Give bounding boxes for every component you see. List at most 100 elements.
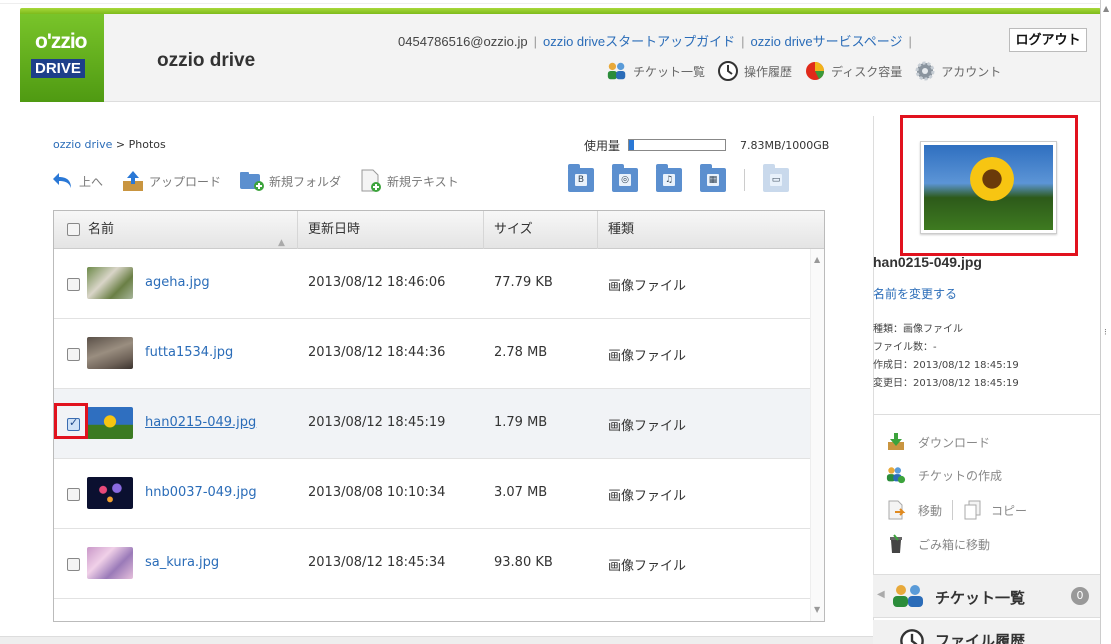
- header-links: 0454786516@ozzio.jp | ozzio driveスタートアップガイ…: [398, 34, 912, 49]
- history-icon: [718, 61, 739, 81]
- tickets-menu-label: チケット一覧: [633, 64, 706, 79]
- column-header-name[interactable]: 名前 ▲: [54, 211, 298, 249]
- select-all-checkbox[interactable]: [67, 223, 80, 236]
- window-scroll-up-icon[interactable]: ▲: [1103, 4, 1109, 13]
- column-header-type[interactable]: 種類: [598, 211, 810, 249]
- column-header-size[interactable]: サイズ: [484, 211, 598, 249]
- up-button-label: 上へ: [79, 174, 104, 189]
- download-action[interactable]: ダウンロード: [886, 432, 990, 452]
- window-scroll-thumb[interactable]: ⁝: [1104, 328, 1107, 338]
- disk-usage-menu-label: ディスク容量: [831, 64, 903, 79]
- table-scrollbar[interactable]: ▲ ▼: [810, 249, 824, 621]
- create-ticket-action[interactable]: チケットの作成: [886, 465, 1002, 485]
- file-history-panel[interactable]: ファイル履歴: [873, 620, 1100, 644]
- up-button[interactable]: 上へ: [53, 171, 103, 191]
- column-type-label: 種類: [608, 222, 635, 237]
- file-thumbnail: [87, 477, 133, 509]
- upload-button[interactable]: アップロード: [121, 169, 221, 193]
- tickets-panel[interactable]: ◀ チケット一覧 0: [873, 574, 1100, 618]
- file-name-link[interactable]: futta1534.jpg: [145, 345, 233, 360]
- table-row[interactable]: ageha.jpg 2013/08/12 18:46:06 77.79 KB 画…: [54, 249, 810, 319]
- account-menu-label: アカウント: [941, 64, 1002, 79]
- file-history-icon: [900, 629, 924, 644]
- logout-button[interactable]: ログアウト: [1009, 28, 1087, 52]
- document-folder-icon[interactable]: B: [568, 164, 594, 192]
- new-folder-icon: [240, 172, 265, 191]
- file-modified: 2013/08/08 10:10:34: [308, 485, 446, 500]
- trash-can-icon: [890, 534, 902, 553]
- meta-updated: 変更日：2013/08/12 18:45:19: [873, 378, 1019, 389]
- file-type: 画像ファイル: [608, 489, 687, 504]
- tickets-panel-icon: [893, 585, 923, 607]
- table-row[interactable]: hnb0037-049.jpg 2013/08/08 10:10:34 3.07…: [54, 459, 810, 529]
- rename-link[interactable]: 名前を変更する: [873, 285, 957, 302]
- move-icon: [888, 500, 906, 520]
- row-checkbox[interactable]: [67, 488, 80, 501]
- row-checkbox[interactable]: [67, 278, 80, 291]
- toolbar-divider: [744, 169, 745, 191]
- move-action[interactable]: 移動: [918, 502, 942, 519]
- disk-usage-icon: [806, 62, 825, 80]
- file-name-link[interactable]: ageha.jpg: [145, 275, 210, 290]
- header-icon-menu: チケット一覧 操作履歴 ディスク容量 アカウント: [606, 60, 1013, 82]
- window-scrollbar[interactable]: ▲ ⁝: [1100, 0, 1111, 644]
- trash-icon[interactable]: ▭: [763, 164, 789, 192]
- table-row[interactable]: sa_kura.jpg 2013/08/12 18:45:34 93.80 KB…: [54, 529, 810, 599]
- copy-action[interactable]: コピー: [991, 502, 1027, 519]
- details-divider: [873, 414, 1100, 415]
- file-toolbar: 上へ アップロード 新規フォルダ 新規テキスト: [53, 168, 477, 194]
- table-row[interactable]: han0215-049.jpg 2013/08/12 18:45:19 1.79…: [54, 389, 810, 459]
- disk-usage-menu-item[interactable]: ディスク容量: [804, 60, 902, 82]
- usage-bar: [628, 139, 726, 151]
- music-folder-icon[interactable]: ♫: [656, 164, 682, 192]
- row-checkbox[interactable]: [67, 558, 80, 571]
- usage-bar-fill: [629, 140, 634, 150]
- file-size: 1.79 MB: [494, 415, 548, 430]
- trash-action[interactable]: ごみ箱に移動: [886, 534, 990, 554]
- view-filter-icons: B ◎ ♫ ▦ ▭: [568, 164, 807, 192]
- usage-value: 7.83MB/1000GB: [740, 139, 830, 152]
- tickets-menu-item[interactable]: チケット一覧: [606, 60, 705, 82]
- create-ticket-icon: [886, 467, 906, 484]
- file-modified: 2013/08/12 18:44:36: [308, 345, 446, 360]
- column-header-modified[interactable]: 更新日時: [298, 211, 484, 249]
- new-text-button[interactable]: 新規テキスト: [359, 169, 459, 193]
- logo-line1: o'zzio: [35, 30, 87, 53]
- service-page-link[interactable]: ozzio driveサービスページ: [751, 34, 903, 49]
- copy-icon: [964, 500, 981, 520]
- breadcrumb-current: Photos: [128, 138, 166, 151]
- file-metadata: 種類：画像ファイル ファイル数：- 作成日：2013/08/12 18:45:1…: [873, 321, 1019, 393]
- column-name-label: 名前: [88, 222, 115, 237]
- app-title: ozzio drive: [157, 50, 256, 71]
- history-menu-item[interactable]: 操作履歴: [717, 60, 792, 82]
- file-name-link[interactable]: hnb0037-049.jpg: [145, 485, 257, 500]
- tickets-panel-label: チケット一覧: [935, 590, 1026, 607]
- table-row[interactable]: futta1534.jpg 2013/08/12 18:44:36 2.78 M…: [54, 319, 810, 389]
- file-name-link[interactable]: han0215-049.jpg: [145, 415, 256, 430]
- file-name-link[interactable]: sa_kura.jpg: [145, 555, 219, 570]
- preview-highlight-box: [900, 115, 1078, 256]
- logo-line2: DRIVE: [31, 59, 85, 78]
- file-size: 3.07 MB: [494, 485, 548, 500]
- scroll-up-icon[interactable]: ▲: [814, 255, 820, 264]
- photo-folder-icon[interactable]: ◎: [612, 164, 638, 192]
- row-checkbox[interactable]: [67, 348, 80, 361]
- meta-type: 種類：画像ファイル: [873, 324, 963, 335]
- account-menu-item[interactable]: アカウント: [914, 60, 1001, 82]
- download-label: ダウンロード: [918, 435, 991, 450]
- window-top-edge: [0, 0, 1111, 4]
- startup-guide-link[interactable]: ozzio driveスタートアップガイド: [543, 34, 735, 49]
- action-divider: [952, 500, 954, 520]
- account-email: 0454786516@ozzio.jp: [398, 34, 528, 49]
- history-menu-label: 操作履歴: [744, 64, 793, 79]
- breadcrumb-root-link[interactable]: ozzio drive: [53, 138, 112, 151]
- move-copy-actions: 移動 コピー: [886, 500, 1027, 520]
- bottom-scroll-edge: [0, 636, 873, 644]
- scroll-down-icon[interactable]: ▼: [814, 605, 820, 614]
- app-logo[interactable]: o'zzio DRIVE: [20, 14, 104, 102]
- file-type: 画像ファイル: [608, 559, 687, 574]
- new-folder-button[interactable]: 新規フォルダ: [239, 170, 341, 192]
- video-folder-icon[interactable]: ▦: [700, 164, 726, 192]
- file-history-label: ファイル履歴: [935, 633, 1026, 644]
- file-thumbnail: [87, 267, 133, 299]
